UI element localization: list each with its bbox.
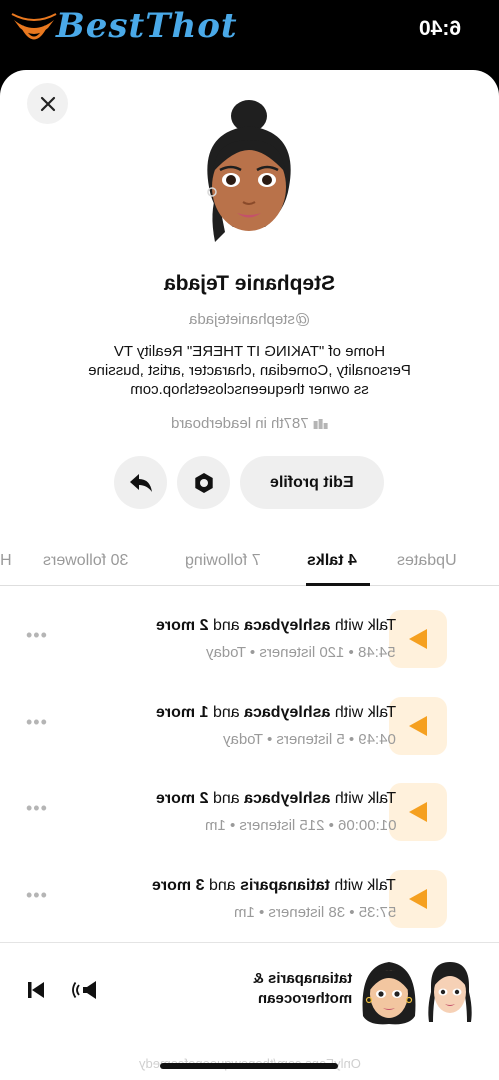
talk-play-button[interactable] xyxy=(389,697,447,755)
tab-label: 30 followers xyxy=(43,552,129,569)
settings-button[interactable] xyxy=(177,456,230,509)
bio-line: ss owner thequeensclosetshop.com xyxy=(130,381,369,398)
talk-joiner: and xyxy=(212,790,240,807)
talk-prefix: Talk with xyxy=(334,877,396,894)
profile-bio: Home of "TAKING IT THERE" Reality TV Per… xyxy=(30,342,469,399)
home-indicator[interactable] xyxy=(160,1063,338,1069)
speaker-icon[interactable] xyxy=(72,979,98,1001)
tab-label: 4 talks xyxy=(307,552,357,569)
active-tab-indicator xyxy=(306,583,370,586)
talk-more: 2 more xyxy=(155,617,209,634)
talk-more: 2 more xyxy=(155,790,209,807)
talk-title: Talk with ashleybaca and 2 more xyxy=(156,617,396,635)
watermark-logo-icon xyxy=(11,13,57,40)
talk-meta-text: 04:49 • 5 listeners • Today xyxy=(223,731,396,748)
talk-prefix: Talk with xyxy=(334,617,396,634)
avatar[interactable] xyxy=(195,92,303,252)
mini-player[interactable]: tatianaparis & motherocean xyxy=(0,942,499,1042)
play-icon xyxy=(409,716,427,736)
more-options-icon[interactable]: ••• xyxy=(26,712,48,733)
leaderboard-rank[interactable]: 787th in leaderboard xyxy=(0,415,499,432)
talk-more: 1 more xyxy=(155,704,209,721)
talk-host[interactable]: ashleybaca xyxy=(244,704,330,721)
skip-back-icon[interactable] xyxy=(26,981,46,999)
talk-title: Talk with ashleybaca and 2 more xyxy=(156,790,396,808)
tab-label: Updates xyxy=(397,552,457,569)
talk-row[interactable]: Talk with ashleybaca and 1 more 04:49 • … xyxy=(0,685,499,771)
more-options-icon[interactable]: ••• xyxy=(26,625,48,646)
tab-talks[interactable]: 4 talks xyxy=(307,552,357,570)
edit-profile-button[interactable]: Edit profile xyxy=(240,456,384,509)
bio-line: Home of "TAKING IT THERE" Reality TV xyxy=(113,343,386,360)
talk-meta-text: 54:48 • 120 listeners • Today xyxy=(206,644,396,661)
talk-meta: 57:35 • 38 listeners • 1m xyxy=(234,904,396,921)
talk-prefix: Talk with xyxy=(334,790,396,807)
talk-meta: 04:49 • 5 listeners • Today xyxy=(223,731,396,748)
tab-following[interactable]: 7 following xyxy=(185,552,261,570)
talk-meta-text: 01:00:06 • 215 listeners • 1m xyxy=(204,817,396,834)
status-time: 6:40 xyxy=(418,17,461,40)
talk-play-button[interactable] xyxy=(389,783,447,841)
profile-name-text: Stephanie Tejada xyxy=(163,272,336,295)
player-line: tatianaparis & xyxy=(252,970,352,987)
more-options-icon[interactable]: ••• xyxy=(26,798,48,819)
rank-text: 787th in leaderboard xyxy=(170,415,309,432)
play-icon xyxy=(409,802,427,822)
talk-host[interactable]: ashleybaca xyxy=(244,790,330,807)
profile-tabs: Updates 4 talks 7 following 30 followers… xyxy=(0,544,499,586)
watermark-text: BestThot xyxy=(56,6,238,46)
close-icon xyxy=(40,96,55,111)
talk-meta-text: 57:35 • 38 listeners • 1m xyxy=(233,904,396,921)
talk-row[interactable]: Talk with ashleybaca and 2 more 54:48 • … xyxy=(0,598,499,684)
speaker-avatar xyxy=(362,962,416,1025)
talk-play-button[interactable] xyxy=(389,870,447,928)
more-options-icon[interactable]: ••• xyxy=(26,885,48,906)
talk-joiner: and xyxy=(212,617,240,634)
close-button[interactable] xyxy=(27,83,68,124)
talk-play-button[interactable] xyxy=(389,610,447,668)
profile-handle-text: @stephanietejada xyxy=(188,311,311,328)
talk-host[interactable]: ashleybaca xyxy=(244,617,330,634)
leaderboard-rank-text: 787th in leaderboard xyxy=(171,415,329,432)
profile-handle: @stephanietejada xyxy=(0,311,499,328)
player-speakers: tatianaparis & motherocean xyxy=(253,969,352,1009)
profile-name: Stephanie Tejada xyxy=(0,272,499,296)
talk-title: Talk with tatianaparis and 3 more xyxy=(152,877,396,895)
trophy-icon xyxy=(313,419,328,429)
player-line: motherocean xyxy=(257,990,352,1007)
tab-label: 7 following xyxy=(185,552,261,569)
speaker-avatar xyxy=(428,962,472,1022)
tab-label: H xyxy=(0,552,12,569)
tab-overflow[interactable]: H xyxy=(0,552,12,570)
tab-updates[interactable]: Updates xyxy=(397,552,457,570)
talk-meta: 54:48 • 120 listeners • Today xyxy=(206,644,396,661)
talk-meta: 01:00:06 • 215 listeners • 1m xyxy=(205,817,396,834)
share-arrow-icon xyxy=(129,473,152,492)
tab-followers[interactable]: 30 followers xyxy=(43,552,128,570)
talk-joiner: and xyxy=(212,704,240,721)
edit-profile-label: Edit profile xyxy=(270,473,354,491)
talk-prefix: Talk with xyxy=(334,704,396,721)
talk-more: 3 more xyxy=(152,877,205,894)
profile-sheet: Stephanie Tejada @stephanietejada Home o… xyxy=(0,70,499,1080)
share-button[interactable] xyxy=(114,456,167,509)
bio-line: Personality ,Comedian ,character ,artist… xyxy=(88,362,411,379)
play-icon xyxy=(409,889,427,909)
talk-row[interactable]: Talk with tatianaparis and 3 more 57:35 … xyxy=(0,858,499,944)
talk-title: Talk with ashleybaca and 1 more xyxy=(156,704,396,722)
talk-host[interactable]: tatianaparis xyxy=(240,877,330,894)
talk-row[interactable]: Talk with ashleybaca and 2 more 01:00:06… xyxy=(0,771,499,857)
talk-joiner: and xyxy=(209,877,236,894)
status-bar: BestThot 6:40 xyxy=(0,0,499,62)
gear-icon xyxy=(194,472,213,493)
play-icon xyxy=(409,629,427,649)
